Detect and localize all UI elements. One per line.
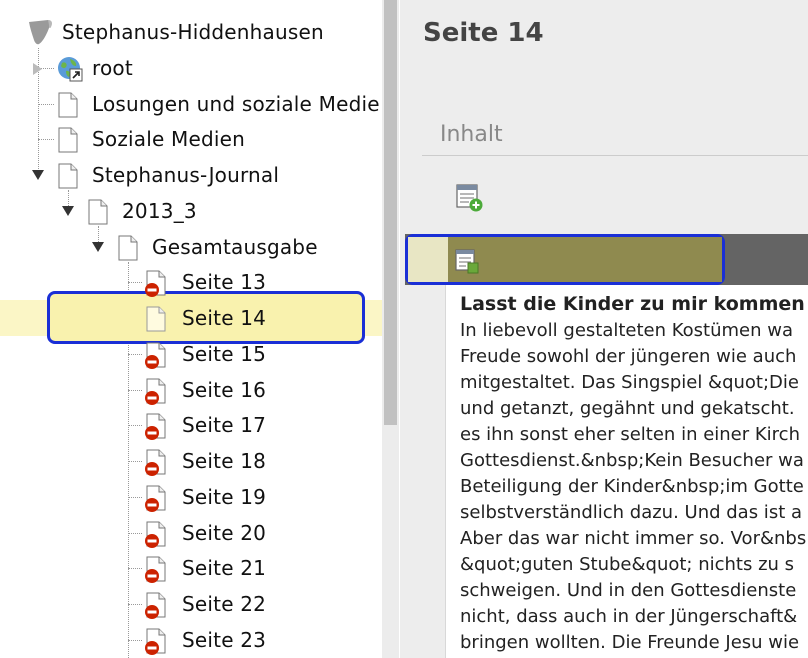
tree-item-label: Seite 16 [182,378,267,402]
tree-item-seite-16[interactable]: Seite 16 [0,372,382,408]
page-hidden-icon [144,521,168,548]
tree-item-seite-18[interactable]: Seite 18 [0,443,382,479]
tree-item-label: Soziale Medien [92,127,246,151]
content-element-header-highlight[interactable] [405,234,725,285]
tree-item-seite-15[interactable]: Seite 15 [0,336,382,372]
tree-item-label: Losungen und soziale Medie [92,92,380,116]
content-text-line: &quot;guten Stube&quot; nichts zu s [460,554,795,575]
page-icon [116,235,140,261]
page-hidden-icon [144,378,168,405]
page-hidden-icon [144,485,168,512]
collapse-icon[interactable] [62,206,74,216]
tree-item-label: Seite 18 [182,449,267,473]
page-title: Seite 14 [423,18,544,48]
content-text-line: In liebevoll gestalteten Kostümen wa [460,320,794,341]
tree-item-label: Seite 21 [182,556,267,580]
tree-item-label: Stephanus-Journal [92,163,280,187]
tree-item-label: Seite 13 [182,270,267,294]
page-hidden-icon [144,413,168,440]
page-icon [56,127,80,153]
text-element-icon [454,248,482,276]
content-text-line: Beteiligung der Kinder&nbsp;im Gotte [460,476,804,497]
tree-item-label: Seite 19 [182,485,267,509]
header-olive-fill [448,237,722,282]
content-text-line: mitgestaltet. Das Singspiel &quot;Die [460,372,799,393]
tree-item-seite-14[interactable]: Seite 14 [0,300,382,336]
tree-site-root-label: Stephanus-Hiddenhausen [62,20,324,44]
tree-item-label: Seite 14 [182,306,267,330]
tree-item-seite-23[interactable]: Seite 23 [0,622,382,658]
tree-item-label: Seite 15 [182,342,267,366]
page-hidden-icon [144,556,168,583]
tree-item-losungen[interactable]: Losungen und soziale Medie [0,86,382,122]
page-hidden-icon [144,342,168,369]
collapse-icon[interactable] [92,242,104,252]
content-text-line: Gottesdienst.&nbsp;Kein Besucher wa [460,450,804,471]
tree-item-label: root [92,56,133,80]
typo3-logo-icon [26,18,54,46]
tree-item-soziale-medien[interactable]: Soziale Medien [0,121,382,157]
tree-item-seite-19[interactable]: Seite 19 [0,479,382,515]
tree-item-2013-3[interactable]: 2013_3 [0,193,382,229]
tree-item-gesamtausgabe[interactable]: Gesamtausgabe [0,229,382,265]
tree-item-seite-20[interactable]: Seite 20 [0,515,382,551]
tree-item-label: Gesamtausgabe [152,235,318,259]
page-icon [56,163,80,189]
new-content-element-icon[interactable] [455,183,485,213]
page-icon [56,92,80,118]
collapse-icon[interactable] [32,170,44,180]
content-text-line: Freude sowohl der jüngeren wie auch [460,346,797,367]
page-tree: Stephanus-Hiddenhausen root Losungen und… [0,0,382,658]
tree-item-seite-13[interactable]: Seite 13 [0,264,382,300]
tree-item-seite-21[interactable]: Seite 21 [0,550,382,586]
page-hidden-icon [144,449,168,476]
page-hidden-icon [144,270,168,297]
content-text-line: nicht, dass auch in der Jüngerschaft& [460,606,798,627]
tree-item-label: Seite 22 [182,592,267,616]
content-text-line: bringen wollten. Die Freunde Jesu wie [460,632,800,653]
content-text-line: schweigen. Und in den Gottesdienste [460,580,797,601]
expand-icon[interactable] [33,63,42,75]
page-hidden-icon [144,628,168,655]
content-element-title: Lasst die Kinder zu mir kommen [460,293,805,315]
tree-item-seite-22[interactable]: Seite 22 [0,586,382,622]
tree-site-root[interactable]: Stephanus-Hiddenhausen [0,14,382,50]
page-icon [86,199,110,225]
content-text-line: und getanzt, gegähnt und gekatscht. [460,398,795,419]
tab-inhalt[interactable]: Inhalt [422,116,808,156]
page-hidden-icon [144,592,168,619]
tree-item-stephanus-journal[interactable]: Stephanus-Journal [0,157,382,193]
tree-item-label: Seite 23 [182,628,267,652]
content-text-line: Aber das war nicht immer so. Vor&nbs [460,528,807,549]
content-element-body: Lasst die Kinder zu mir kommen In liebev… [445,285,808,658]
tree-item-label: 2013_3 [122,199,197,223]
content-text-line: es ihn sonst eher selten in einer Kirch [460,424,800,445]
tree-item-root[interactable]: root [0,50,382,86]
tree-scrollbar-thumb[interactable] [384,0,397,425]
globe-link-icon [56,55,84,83]
tab-label: Inhalt [440,122,503,147]
content-text-line: selbstverständlich dazu. Und das ist a [460,502,802,523]
tree-item-label: Seite 20 [182,521,267,545]
tree-item-label: Seite 17 [182,413,267,437]
page-icon [144,306,168,332]
tree-item-seite-17[interactable]: Seite 17 [0,407,382,443]
header-light-strip [408,237,448,282]
